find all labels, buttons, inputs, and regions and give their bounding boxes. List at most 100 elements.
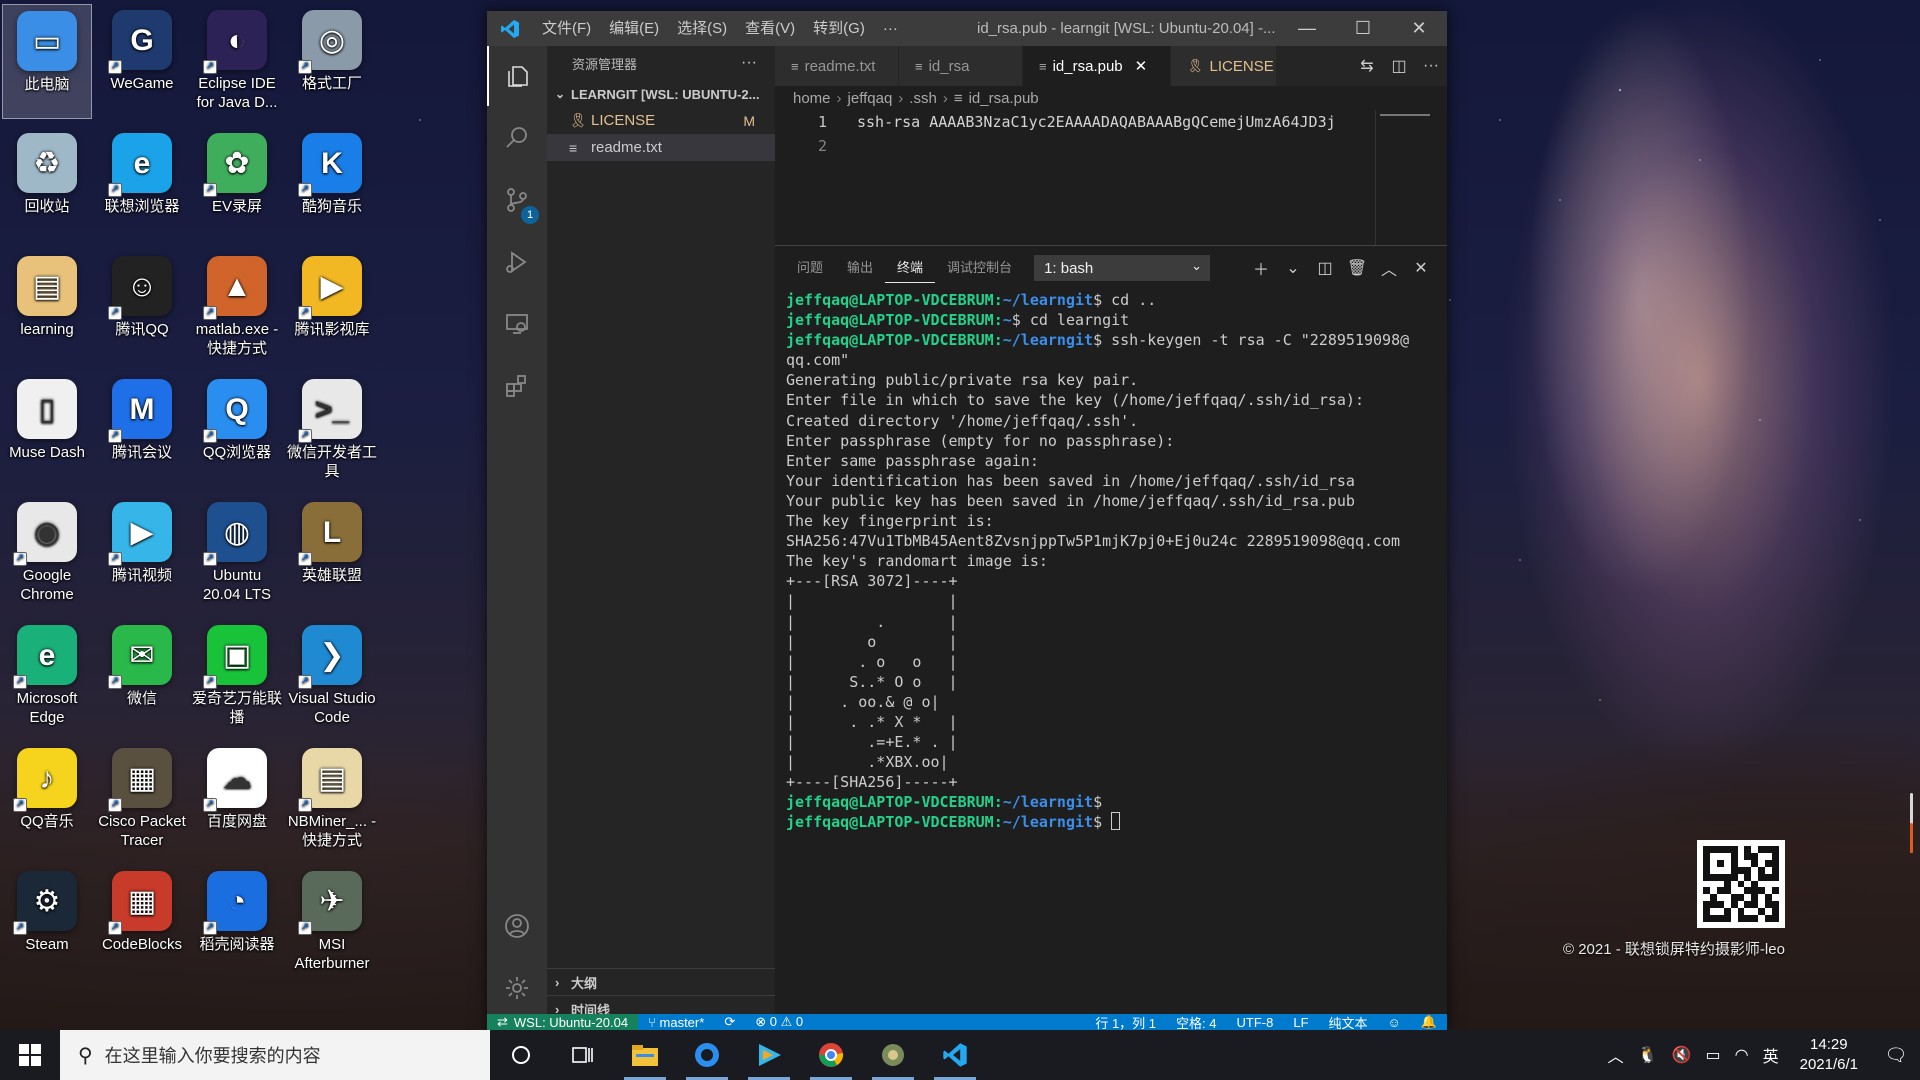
menu-edit[interactable]: 编辑(E) xyxy=(600,11,668,46)
remote-explorer-icon[interactable] xyxy=(487,294,547,354)
desktop-icon[interactable]: L ↗ 英雄联盟 xyxy=(287,496,377,611)
desktop-icon[interactable]: e ↗ Microsoft Edge xyxy=(2,619,92,734)
encoding[interactable]: UTF-8 xyxy=(1227,1015,1284,1030)
desktop-icon[interactable]: ❯ ↗ Visual Studio Code xyxy=(287,619,377,734)
qq-browser-icon[interactable] xyxy=(676,1030,738,1080)
menu-file[interactable]: 文件(F) xyxy=(533,11,600,46)
desktop-icon[interactable]: >_ ↗ 微信开发者工具 xyxy=(287,373,377,488)
vscode-taskbar-icon[interactable] xyxy=(924,1030,986,1080)
menu-more[interactable]: ··· xyxy=(874,11,907,46)
search-icon[interactable] xyxy=(487,108,547,168)
wifi-icon[interactable]: ◠ xyxy=(1728,1045,1756,1065)
desktop-icon[interactable]: ▭ 此电脑 xyxy=(2,4,92,119)
qq-tray-icon[interactable]: 🐧 xyxy=(1631,1045,1665,1065)
remote-indicator[interactable]: ⇄ WSL: Ubuntu-20.04 xyxy=(487,1014,639,1030)
tab-output[interactable]: 输出 xyxy=(835,254,885,282)
desktop-icon[interactable]: ▲ ↗ matlab.exe - 快捷方式 xyxy=(192,250,282,365)
desktop-icon[interactable]: ◔ ↗ 稻壳阅读器 xyxy=(192,865,282,980)
maximize-panel-icon[interactable]: ︿ xyxy=(1373,256,1405,280)
file-explorer-icon[interactable] xyxy=(614,1030,676,1080)
breadcrumb-item[interactable]: jeffqaq xyxy=(848,90,893,107)
accounts-icon[interactable] xyxy=(487,896,547,956)
compare-changes-icon[interactable]: ⇆ xyxy=(1351,56,1383,76)
cursor-position[interactable]: 行 1，列 1 xyxy=(1085,1014,1166,1031)
tab-id-rsa[interactable]: ≡ id_rsa xyxy=(899,46,1023,86)
desktop-icon[interactable]: ◉ ↗ Google Chrome xyxy=(2,496,92,611)
desktop-icon[interactable]: ▶ ↗ 腾讯视频 xyxy=(97,496,187,611)
desktop-icon[interactable]: ☺ ↗ 腾讯QQ xyxy=(97,250,187,365)
minimize-button[interactable]: — xyxy=(1279,11,1335,46)
terminal-output[interactable]: jeffqaq@LAPTOP-VDCEBRUM:~/learngit$ cd .… xyxy=(775,290,1447,833)
end-of-line[interactable]: LF xyxy=(1283,1015,1318,1030)
chrome-icon[interactable] xyxy=(800,1030,862,1080)
tree-item-license[interactable]: 🎗 LICENSE M xyxy=(547,107,775,134)
desktop-icon[interactable]: ◎ ↗ 格式工厂 xyxy=(287,4,377,119)
task-view-icon[interactable] xyxy=(552,1030,614,1080)
desktop-icon[interactable]: ▣ ↗ 爱奇艺万能联播 xyxy=(192,619,282,734)
chevron-down-icon[interactable]: ⌄ xyxy=(1277,258,1309,278)
menu-go[interactable]: 转到(G) xyxy=(804,11,874,46)
trash-icon[interactable]: 🗑 xyxy=(1341,258,1373,278)
cortana-icon[interactable] xyxy=(490,1030,552,1080)
source-control-icon[interactable]: 1 xyxy=(487,170,547,230)
desktop-icon[interactable]: ◐ ↗ Eclipse IDE for Java D... xyxy=(192,4,282,119)
close-tab-icon[interactable]: ✕ xyxy=(1135,57,1148,75)
close-panel-icon[interactable]: ✕ xyxy=(1405,258,1437,278)
bell-icon[interactable]: 🔔 xyxy=(1411,1014,1447,1030)
desktop-icon[interactable]: ▦ ↗ CodeBlocks xyxy=(97,865,187,980)
desktop-icon[interactable]: ♪ ↗ QQ音乐 xyxy=(2,742,92,857)
more-actions-icon[interactable]: ··· xyxy=(1415,57,1447,75)
explorer-icon[interactable] xyxy=(487,46,547,106)
breadcrumb-item[interactable]: home xyxy=(793,90,831,107)
tab-readme[interactable]: ≡ readme.txt xyxy=(775,46,899,86)
desktop-icon[interactable]: ✉ ↗ 微信 xyxy=(97,619,187,734)
desktop-icon[interactable]: ◍ ↗ Ubuntu 20.04 LTS xyxy=(192,496,282,611)
desktop-icon[interactable]: ✈ ↗ MSI Afterburner xyxy=(287,865,377,980)
notification-icon[interactable]: 🗨 xyxy=(1872,1045,1920,1066)
tab-id-rsa-pub[interactable]: ≡ id_rsa.pub ✕ xyxy=(1023,46,1171,86)
outline-section[interactable]: › 大纲 xyxy=(547,968,775,995)
folder-section-header[interactable]: ⌄ LEARNGIT [WSL: UBUNTU-2... xyxy=(547,81,775,107)
taskbar-search-box[interactable]: ⚲ 在这里输入你要搜索的内容 xyxy=(60,1030,490,1080)
start-button[interactable] xyxy=(0,1030,60,1080)
line-content[interactable]: ssh-rsa AAAAB3NzaC1yc2EAAAADAQABAAABgQCe… xyxy=(857,113,1367,131)
tab-problems[interactable]: 问题 xyxy=(785,254,835,282)
desktop-icon[interactable]: e ↗ 联想浏览器 xyxy=(97,127,187,242)
desktop-icon[interactable]: ☁ ↗ 百度网盘 xyxy=(192,742,282,857)
desktop-icon[interactable]: ▶ ↗ 腾讯影视库 xyxy=(287,250,377,365)
tab-license[interactable]: 🎗 LICENSE xyxy=(1171,46,1277,86)
desktop-icon[interactable]: ▤ learning xyxy=(2,250,92,365)
ime-indicator[interactable]: 英 xyxy=(1756,1043,1786,1067)
clock[interactable]: 14:29 2021/6/1 xyxy=(1786,1035,1872,1075)
desktop-icon[interactable]: G ↗ WeGame xyxy=(97,4,187,119)
problems-indicator[interactable]: ⊗ 0 ⚠ 0 xyxy=(745,1014,813,1030)
desktop-icon[interactable]: K ↗ 酷狗音乐 xyxy=(287,127,377,242)
chevron-up-icon[interactable]: ︿ xyxy=(1601,1043,1631,1067)
language-mode[interactable]: 纯文本 xyxy=(1319,1014,1378,1031)
menu-view[interactable]: 查看(V) xyxy=(736,11,804,46)
split-terminal-icon[interactable]: ◫ xyxy=(1309,258,1341,278)
tab-debug-console[interactable]: 调试控制台 xyxy=(935,254,1024,282)
desktop-icon[interactable]: ✿ ↗ EV录屏 xyxy=(192,127,282,242)
more-actions-icon[interactable]: ··· xyxy=(741,54,757,72)
indentation[interactable]: 空格: 4 xyxy=(1166,1014,1226,1031)
minimap[interactable] xyxy=(1375,110,1431,245)
desktop-icon[interactable]: Q ↗ QQ浏览器 xyxy=(192,373,282,488)
extensions-icon[interactable] xyxy=(487,356,547,416)
branch-indicator[interactable]: ⑂ master* xyxy=(638,1015,714,1030)
run-debug-icon[interactable] xyxy=(487,232,547,292)
tencent-video-icon[interactable] xyxy=(738,1030,800,1080)
desktop-icon[interactable]: M ↗ 腾讯会议 xyxy=(97,373,187,488)
menu-selection[interactable]: 选择(S) xyxy=(668,11,736,46)
code-editor[interactable]: 1 ssh-rsa AAAAB3NzaC1yc2EAAAADAQABAAABgQ… xyxy=(775,110,1447,245)
settings-gear-icon[interactable] xyxy=(487,958,547,1018)
battery-icon[interactable]: ▭ xyxy=(1699,1045,1728,1065)
feedback-icon[interactable]: ☺ xyxy=(1378,1015,1411,1030)
desktop-icon[interactable]: ♻ 回收站 xyxy=(2,127,92,242)
new-terminal-icon[interactable]: ＋ xyxy=(1245,256,1277,280)
terminal-select[interactable]: 1: bash ⌄ xyxy=(1034,255,1211,281)
breadcrumb-item[interactable]: .ssh xyxy=(909,90,937,107)
desktop-icon[interactable]: ⚙ ↗ Steam xyxy=(2,865,92,980)
split-editor-icon[interactable]: ◫ xyxy=(1383,56,1415,76)
sync-icon[interactable]: ⟳ xyxy=(714,1014,745,1030)
